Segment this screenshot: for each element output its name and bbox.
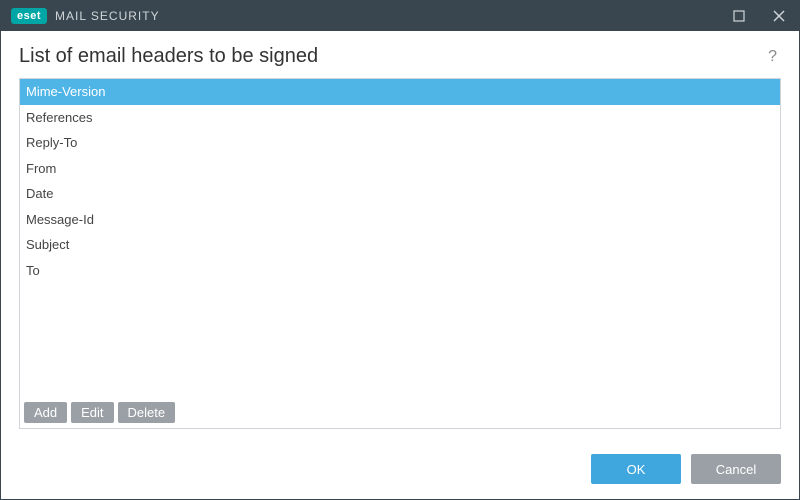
close-icon <box>773 10 785 22</box>
list-item[interactable]: Subject <box>20 232 780 258</box>
list-item[interactable]: Mime-Version <box>20 79 780 105</box>
edit-button[interactable]: Edit <box>71 402 113 423</box>
headers-listbox: Mime-VersionReferencesReply-ToFromDateMe… <box>19 78 781 429</box>
list-item[interactable]: Date <box>20 181 780 207</box>
list-toolbar: Add Edit Delete <box>20 397 780 428</box>
brand-text: MAIL SECURITY <box>55 9 160 23</box>
minimize-icon <box>733 10 745 22</box>
dialog-footer: OK Cancel <box>1 439 799 499</box>
minimize-button[interactable] <box>719 1 759 31</box>
close-button[interactable] <box>759 1 799 31</box>
heading-row: List of email headers to be signed ? <box>19 45 781 68</box>
list-item[interactable]: From <box>20 156 780 182</box>
help-button[interactable]: ? <box>764 48 781 66</box>
content-area: List of email headers to be signed ? Mim… <box>1 31 799 439</box>
titlebar: eset MAIL SECURITY <box>1 1 799 31</box>
list-item[interactable]: To <box>20 258 780 284</box>
page-title: List of email headers to be signed <box>19 45 764 68</box>
headers-list[interactable]: Mime-VersionReferencesReply-ToFromDateMe… <box>20 79 780 397</box>
list-item[interactable]: Reply-To <box>20 130 780 156</box>
brand-badge: eset <box>11 8 47 24</box>
ok-button[interactable]: OK <box>591 454 681 484</box>
add-button[interactable]: Add <box>24 402 67 423</box>
list-item[interactable]: Message-Id <box>20 207 780 233</box>
app-window: eset MAIL SECURITY List of email headers… <box>0 0 800 500</box>
list-item[interactable]: References <box>20 105 780 131</box>
cancel-button[interactable]: Cancel <box>691 454 781 484</box>
delete-button[interactable]: Delete <box>118 402 176 423</box>
